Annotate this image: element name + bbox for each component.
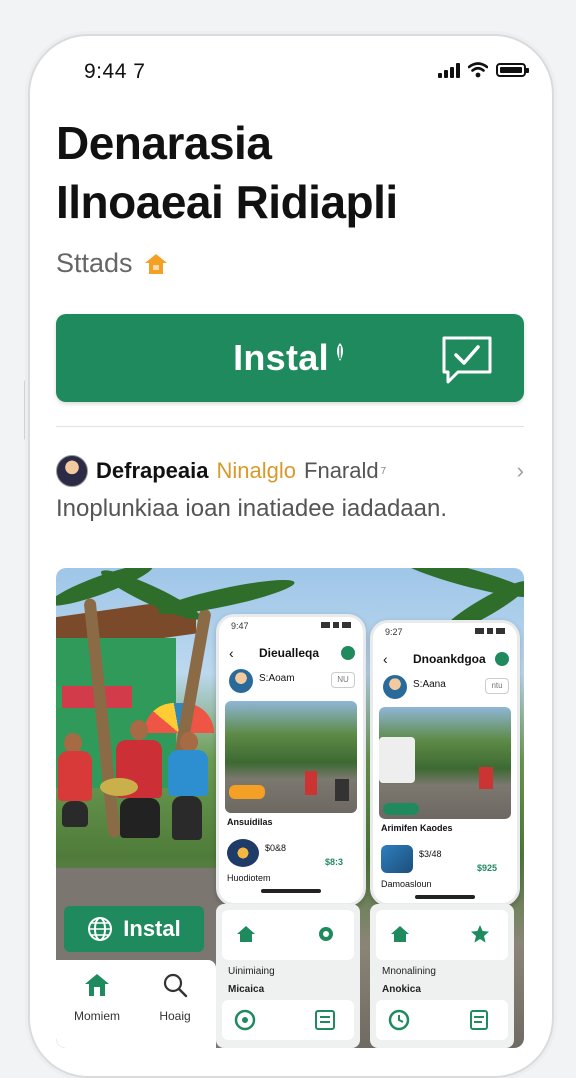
mini-user-row[interactable]: S:Aana ntu (383, 675, 509, 703)
list-icon (315, 1010, 335, 1030)
clock-icon (388, 1009, 410, 1031)
mini-user-row[interactable]: S:Aoam NU (229, 669, 355, 697)
gear-icon (319, 927, 333, 941)
preview-screen-2[interactable]: 9:27 ‹ Dnoankdgoa S:Aana ntu Arimifen Ka… (370, 620, 520, 906)
mini-tag: ntu (485, 678, 509, 694)
mini-photo (225, 701, 357, 813)
mini-price-label: $3/48 (419, 849, 442, 859)
mini-price: $8:3 (324, 857, 343, 867)
home-icon (85, 974, 109, 996)
mini-header: ‹ Dnoankdgoa (373, 647, 517, 671)
mini-badge-icon (341, 646, 355, 660)
back-icon[interactable]: ‹ (383, 651, 388, 667)
wifi-icon (468, 62, 488, 78)
tray-label: Mnonalining (382, 966, 436, 977)
mini-status-icons (475, 628, 505, 634)
mini-badge-icon (495, 652, 509, 666)
gallery-install-label: Instal (123, 916, 181, 941)
tray-card[interactable] (222, 1000, 354, 1040)
signal-icon (438, 62, 460, 78)
home-icon (391, 926, 409, 942)
chevron-right-icon[interactable]: › (517, 458, 524, 484)
globe-icon (88, 917, 113, 941)
status-icons (438, 62, 529, 78)
phone-frame: 9:44 7 Denarasia Ilnoaeai Ridiapli Sttad… (28, 34, 554, 1078)
app-title-line1: Denarasia (56, 117, 272, 169)
screenshot-gallery[interactable]: 9:47 ‹ Dieualleqa S:Aoam NU Ansuidilas $… (56, 568, 524, 1048)
home-badge-icon (144, 253, 167, 274)
mini-user-name: S:Aana (413, 679, 446, 690)
developer-category: Ninalglo (216, 458, 297, 483)
developer-avatar (56, 455, 88, 487)
gallery-install-button[interactable]: Instal (64, 906, 204, 952)
mini-time: 9:27 (385, 627, 403, 637)
mini-header: ‹ Dieualleqa (219, 641, 363, 665)
preview-tray-1[interactable]: Uinimiaing Micaica (216, 904, 360, 1048)
mini-photo (379, 707, 511, 819)
mini-title: Dieualleqa (259, 646, 320, 660)
bottom-nav: Momiem Hoaig (56, 960, 216, 1048)
tray-label: Uinimiaing (228, 966, 275, 977)
nav-search[interactable]: Hoaig (140, 972, 210, 1023)
install-button-label: Instal (233, 337, 329, 378)
tray-card[interactable] (376, 1000, 508, 1040)
developer-extra: Fnarald (304, 458, 379, 483)
leaf-icon (336, 343, 343, 361)
mini-avatar (383, 675, 407, 699)
nav-home-label: Momiem (73, 1009, 120, 1023)
preview-tray-2[interactable]: Mnonalining Anokica (370, 904, 514, 1048)
nav-search-label: Hoaig (159, 1009, 191, 1023)
developer-row[interactable]: Defrapeaia Ninalglo Fnarald 7 › (56, 454, 524, 488)
mini-price: $925 (476, 863, 497, 873)
chat-check-icon[interactable] (440, 334, 494, 386)
app-title-line2: Ilnoaeai Ridiapli (56, 176, 398, 228)
tray-card[interactable] (222, 910, 354, 960)
tray-card[interactable] (376, 910, 508, 960)
mini-caption: Ansuidilas (227, 817, 273, 827)
mini-title: Dnoankdgoa (413, 652, 486, 666)
home-indicator (415, 895, 475, 899)
mini-avatar (229, 669, 253, 693)
back-icon[interactable]: ‹ (229, 645, 234, 661)
install-button[interactable]: Instal (56, 314, 524, 402)
stats-label: Sttads (56, 248, 133, 278)
mini-caption: Arimifen Kaodes (381, 823, 453, 833)
mini-price-label: $0&8 (265, 843, 287, 853)
nav-home[interactable]: Momiem (62, 972, 132, 1023)
search-icon (163, 973, 188, 998)
mini-footer: Damoasloun (381, 879, 432, 889)
status-bar: 9:44 7 (30, 36, 552, 96)
mini-product-image (227, 839, 259, 867)
app-description: Inoplunkiaa ioan inatiadee iadadaan. (56, 495, 447, 522)
battery-icon (496, 63, 529, 77)
mini-user-name: S:Aoam (259, 673, 295, 684)
home-indicator (261, 889, 321, 893)
tray-label: Micaica (228, 984, 265, 995)
mini-product-image (381, 845, 413, 873)
mini-status-icons (321, 622, 351, 628)
developer-superscript: 7 (380, 465, 387, 477)
compass-icon (234, 1009, 256, 1031)
mini-time: 9:47 (231, 621, 249, 631)
divider (56, 426, 524, 427)
preview-screen-1[interactable]: 9:47 ‹ Dieualleqa S:Aoam NU Ansuidilas $… (216, 614, 366, 906)
status-time: 9:44 7 (84, 60, 146, 83)
stats-row[interactable]: Sttads (56, 248, 169, 279)
star-icon (471, 925, 489, 943)
document-icon (470, 1010, 488, 1030)
developer-name: Defrapeaia (96, 458, 209, 483)
mini-footer: Huodiotem (227, 873, 271, 883)
app-title: Denarasia Ilnoaeai Ridiapli (56, 114, 398, 232)
home-icon (237, 926, 255, 942)
tray-label: Anokica (382, 984, 421, 995)
mini-tag: NU (331, 672, 355, 688)
